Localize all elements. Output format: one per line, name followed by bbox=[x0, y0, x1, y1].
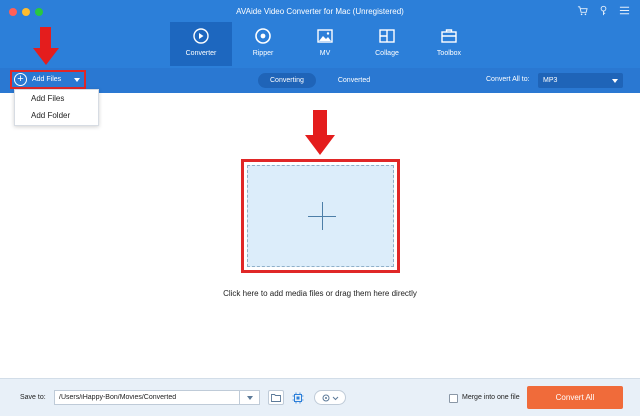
settings-button[interactable] bbox=[314, 390, 346, 405]
output-format-value: MP3 bbox=[543, 77, 558, 84]
add-files-dropdown-menu: Add Files Add Folder bbox=[14, 89, 99, 126]
annotation-arrow-icon bbox=[305, 110, 335, 155]
tab-mv[interactable]: MV bbox=[294, 22, 356, 66]
annotation-arrow-icon bbox=[33, 27, 59, 65]
menu-item-add-files[interactable]: Add Files bbox=[15, 90, 98, 107]
key-icon[interactable] bbox=[598, 5, 609, 19]
add-files-button[interactable]: + Add Files bbox=[10, 70, 86, 89]
tab-converted[interactable]: Converted bbox=[326, 73, 382, 88]
toolbox-icon bbox=[440, 27, 458, 45]
output-format-select[interactable]: MP3 bbox=[538, 73, 623, 88]
tab-label: Ripper bbox=[252, 50, 274, 57]
cpu-icon bbox=[292, 392, 304, 403]
convert-all-to-label: Convert All to: bbox=[486, 76, 530, 83]
collage-icon bbox=[378, 27, 396, 45]
tab-ripper[interactable]: Ripper bbox=[232, 22, 294, 66]
tab-collage[interactable]: Collage bbox=[356, 22, 418, 66]
save-to-label: Save to: bbox=[20, 394, 46, 401]
main-tabs: Converter Ripper MV Collage Toolbox bbox=[170, 22, 480, 66]
convert-all-button[interactable]: Convert All bbox=[527, 386, 623, 409]
tab-label: Converter bbox=[185, 50, 217, 57]
tab-label: Toolbox bbox=[436, 50, 462, 57]
window-title: AVAide Video Converter for Mac (Unregist… bbox=[236, 7, 404, 16]
chevron-down-icon bbox=[612, 79, 618, 83]
drop-zone-hint: Click here to add media files or drag th… bbox=[223, 289, 417, 298]
folder-icon bbox=[271, 394, 281, 402]
title-bar: AVAide Video Converter for Mac (Unregist… bbox=[0, 0, 640, 68]
menu-icon[interactable] bbox=[619, 5, 630, 19]
tab-label: MV bbox=[319, 50, 331, 57]
tab-converter[interactable]: Converter bbox=[170, 22, 232, 66]
conversion-status-tabs: Converting Converted bbox=[258, 73, 382, 88]
save-path-dropdown-button[interactable] bbox=[240, 390, 260, 405]
merge-checkbox[interactable] bbox=[449, 394, 458, 403]
save-path-input[interactable] bbox=[54, 390, 240, 405]
chevron-down-icon[interactable] bbox=[74, 78, 80, 82]
gear-icon bbox=[322, 394, 339, 401]
menu-item-add-folder[interactable]: Add Folder bbox=[15, 107, 98, 124]
footer-bar: Save to: Merge into one file Convert All bbox=[0, 378, 640, 416]
open-folder-button[interactable] bbox=[268, 390, 284, 405]
chevron-down-icon bbox=[247, 396, 253, 400]
tab-label: Collage bbox=[375, 50, 399, 57]
tab-toolbox[interactable]: Toolbox bbox=[418, 22, 480, 66]
hardware-acceleration-button[interactable] bbox=[290, 390, 306, 405]
cart-icon[interactable] bbox=[577, 5, 588, 19]
tab-converting[interactable]: Converting bbox=[258, 73, 316, 88]
drop-zone-highlight bbox=[241, 159, 400, 273]
add-media-drop-zone[interactable] bbox=[247, 165, 394, 267]
converter-icon bbox=[192, 27, 210, 45]
image-icon bbox=[316, 27, 334, 45]
merge-label: Merge into one file bbox=[462, 394, 520, 401]
disc-icon bbox=[254, 27, 272, 45]
top-icons bbox=[577, 5, 630, 19]
plus-icon bbox=[322, 202, 323, 230]
plus-circle-icon: + bbox=[14, 73, 27, 86]
add-files-label: Add Files bbox=[32, 76, 62, 83]
